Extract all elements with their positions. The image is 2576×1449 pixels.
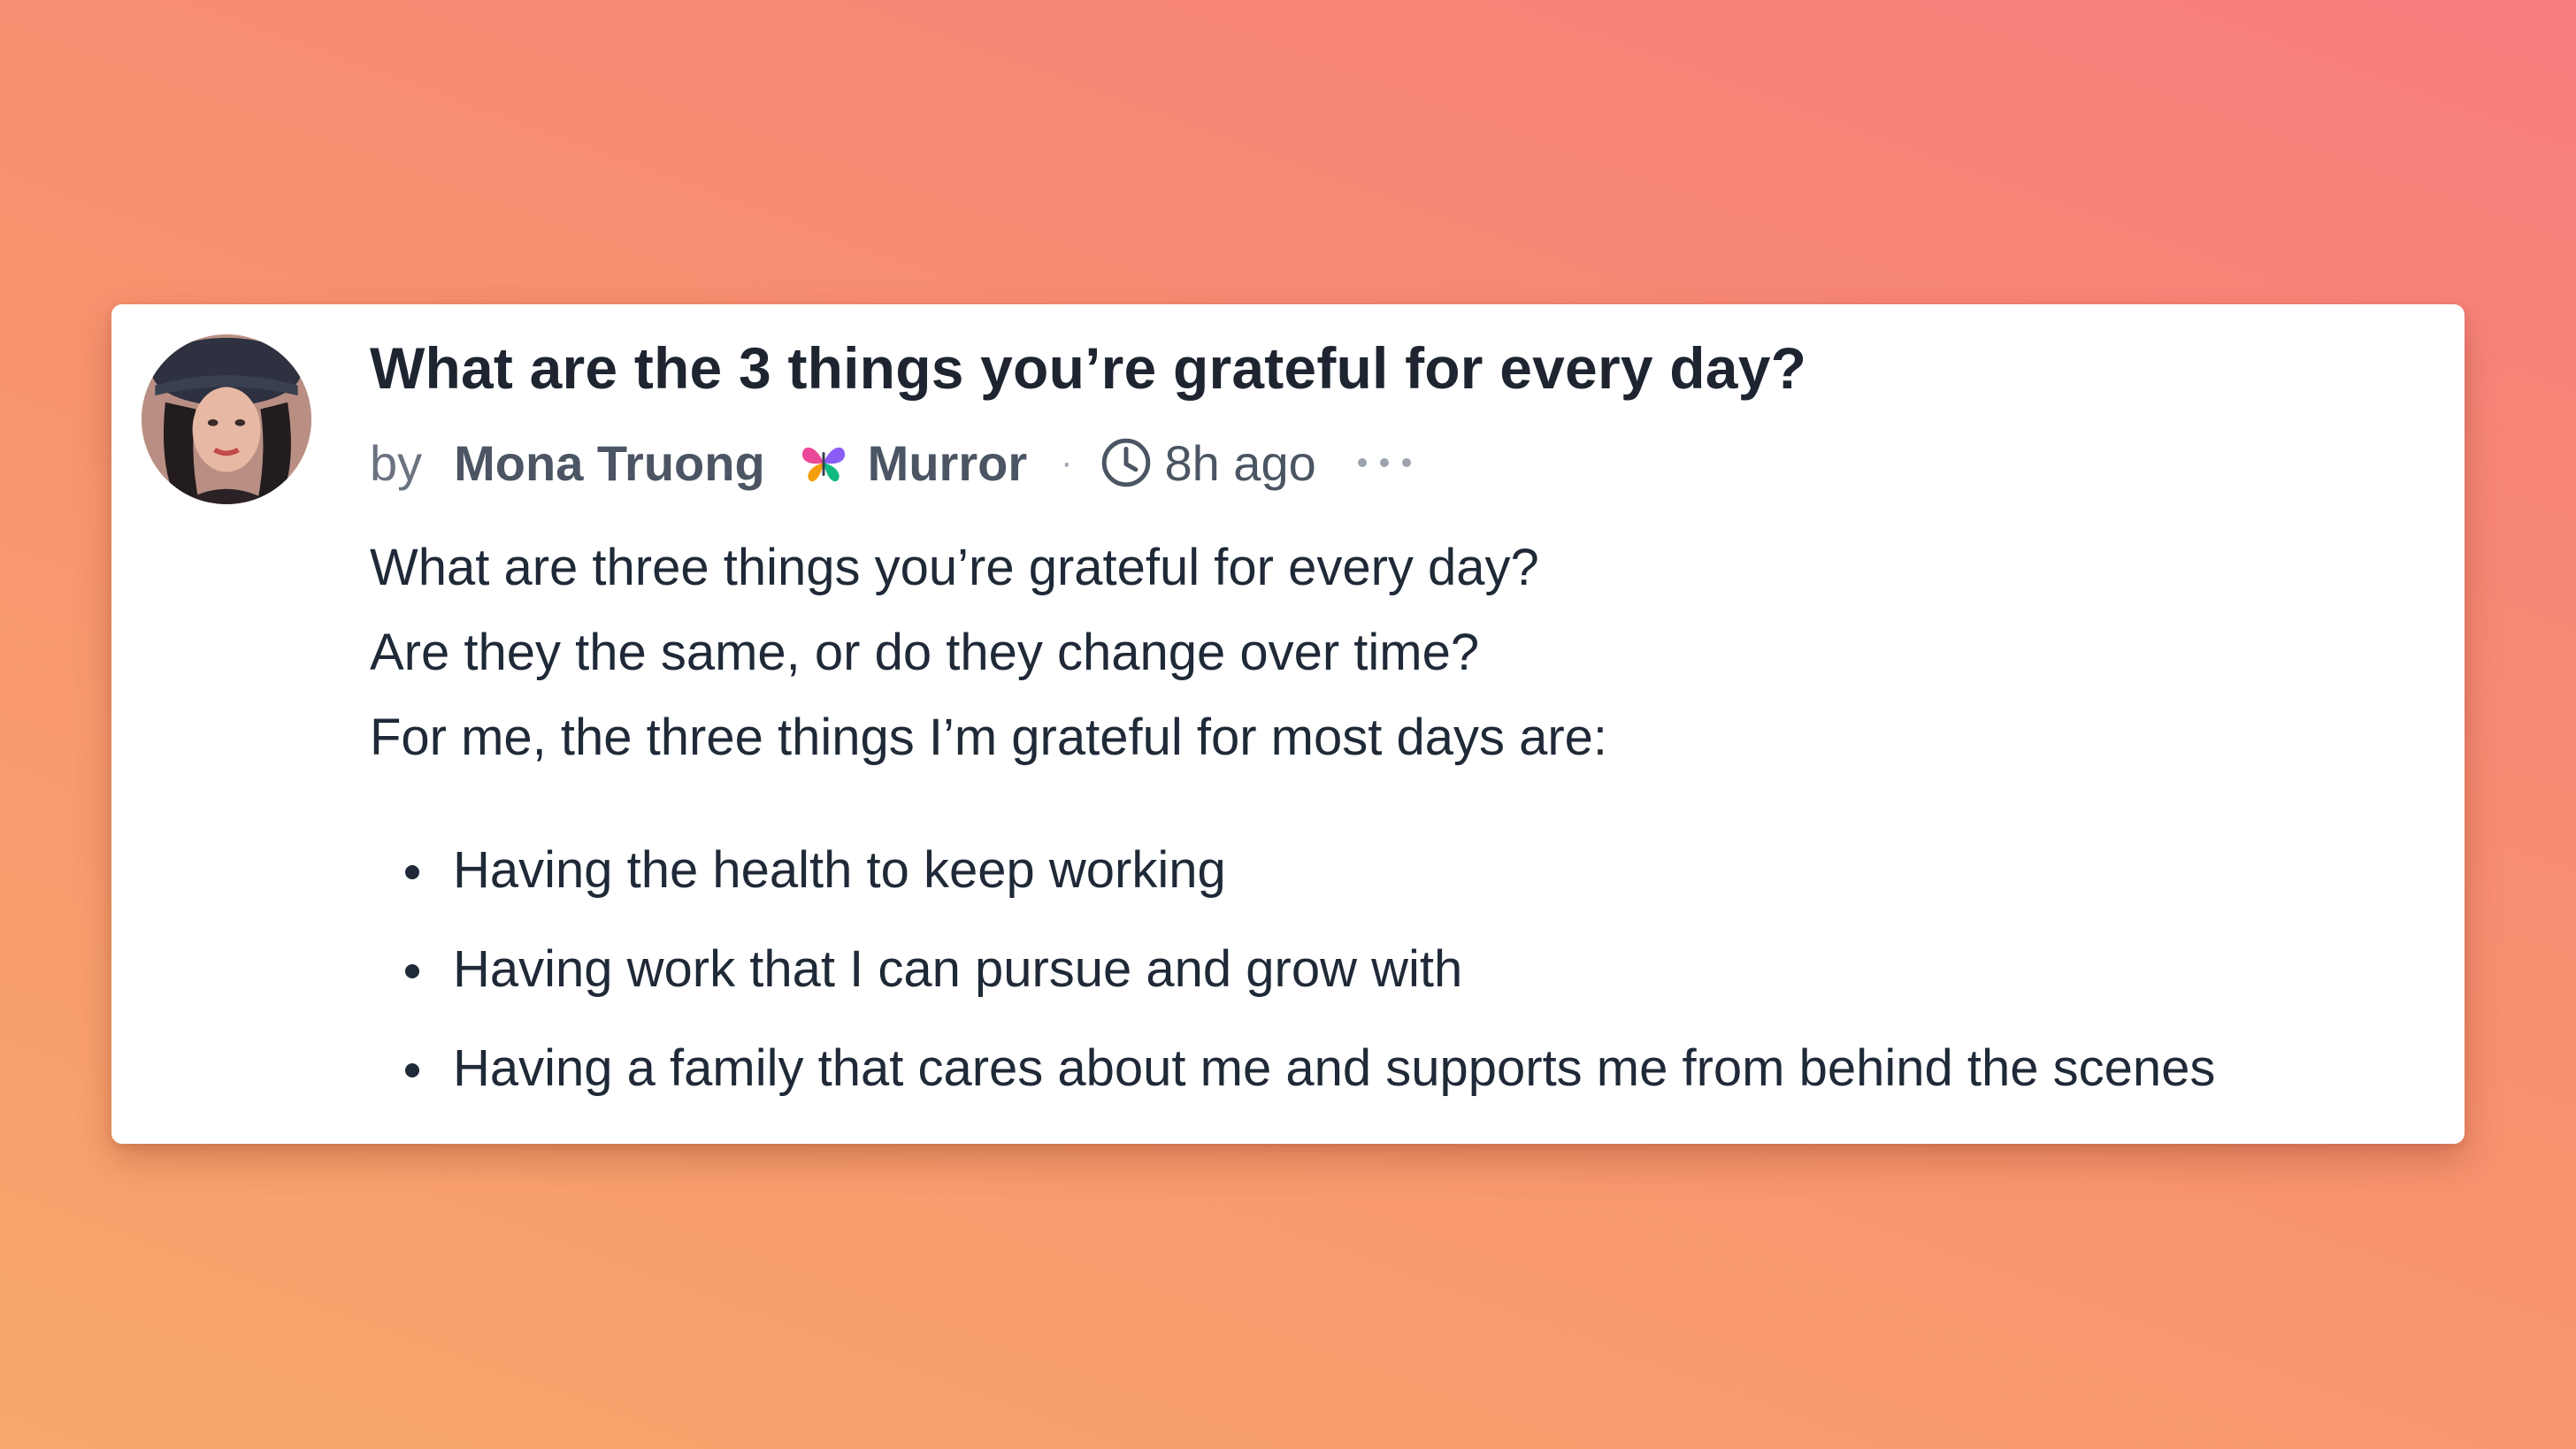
avatar-image [142,334,311,504]
post-time: 8h ago [1164,434,1316,491]
list-item-text: Having a family that cares about me and … [453,1039,2216,1098]
list-item-text: Having work that I can pursue and grow w… [453,940,1463,999]
publication-link[interactable]: Murror [868,434,1027,492]
body-paragraph: What are three things you’re grateful fo… [370,539,1539,597]
post-card: What are the 3 things you’re grateful fo… [111,304,2465,1144]
gratitude-list: Having the health to keep working Having… [370,821,2447,1118]
by-label: by [370,434,423,491]
list-item: Having work that I can pursue and grow w… [370,920,2447,1019]
bullet-icon [405,1063,419,1078]
list-item-text: Having the health to keep working [453,841,1226,900]
butterfly-icon [797,436,850,489]
list-item: Having the health to keep working [370,821,2447,920]
body-paragraph: For me, the three things I’m grateful fo… [370,709,1608,767]
author-avatar[interactable] [142,334,311,504]
clock-icon [1099,435,1154,490]
list-item: Having a family that cares about me and … [370,1019,2447,1118]
author-name-link[interactable]: Mona Truong [454,434,765,492]
meta-separator: · [1061,442,1073,482]
more-horizontal-icon[interactable] [1355,454,1414,472]
post-title[interactable]: What are the 3 things you’re grateful fo… [370,331,2447,405]
post-content: What are the 3 things you’re grateful fo… [370,331,2447,1118]
post-body: What are three things you’re grateful fo… [370,525,2447,1118]
bullet-icon [405,865,419,880]
post-meta: by Mona Truong Murror · 8h ago [370,432,2447,494]
body-paragraph: Are they the same, or do they change ove… [370,624,1480,682]
bullet-icon [405,964,419,979]
